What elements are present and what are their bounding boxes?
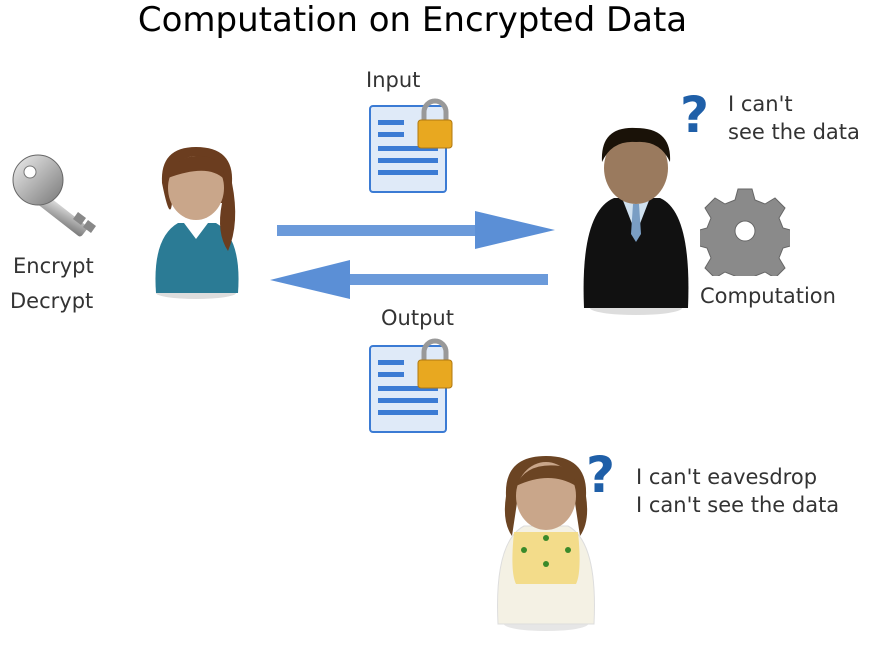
key-icon [12, 154, 96, 237]
decrypt-label: Decrypt [10, 289, 94, 313]
server-thought-line-2: see the data [728, 120, 860, 144]
server-thought-line-1: I can't [728, 92, 793, 116]
encrypt-label: Encrypt [13, 254, 94, 278]
gear-icon [700, 188, 790, 276]
eavesdropper-thought-line-2: I can't see the data [636, 493, 840, 517]
diagram: Computation on Encrypted Data Encrypt De… [0, 0, 871, 645]
arrow-left-icon [270, 260, 548, 299]
input-label: Input [366, 68, 421, 92]
question-mark-icon: ? [586, 446, 616, 504]
client-person-icon [155, 147, 239, 299]
question-mark-icon: ? [680, 86, 710, 144]
computation-label: Computation [700, 284, 836, 308]
diagram-title: Computation on Encrypted Data [137, 0, 688, 40]
arrow-right-icon [277, 211, 555, 249]
output-label: Output [381, 306, 454, 330]
encrypted-document-icon [369, 98, 453, 193]
server-person-icon [583, 127, 689, 315]
encrypted-document-icon [369, 338, 453, 433]
arrows [270, 211, 555, 299]
eavesdropper-thought-line-1: I can't eavesdrop [636, 465, 818, 489]
